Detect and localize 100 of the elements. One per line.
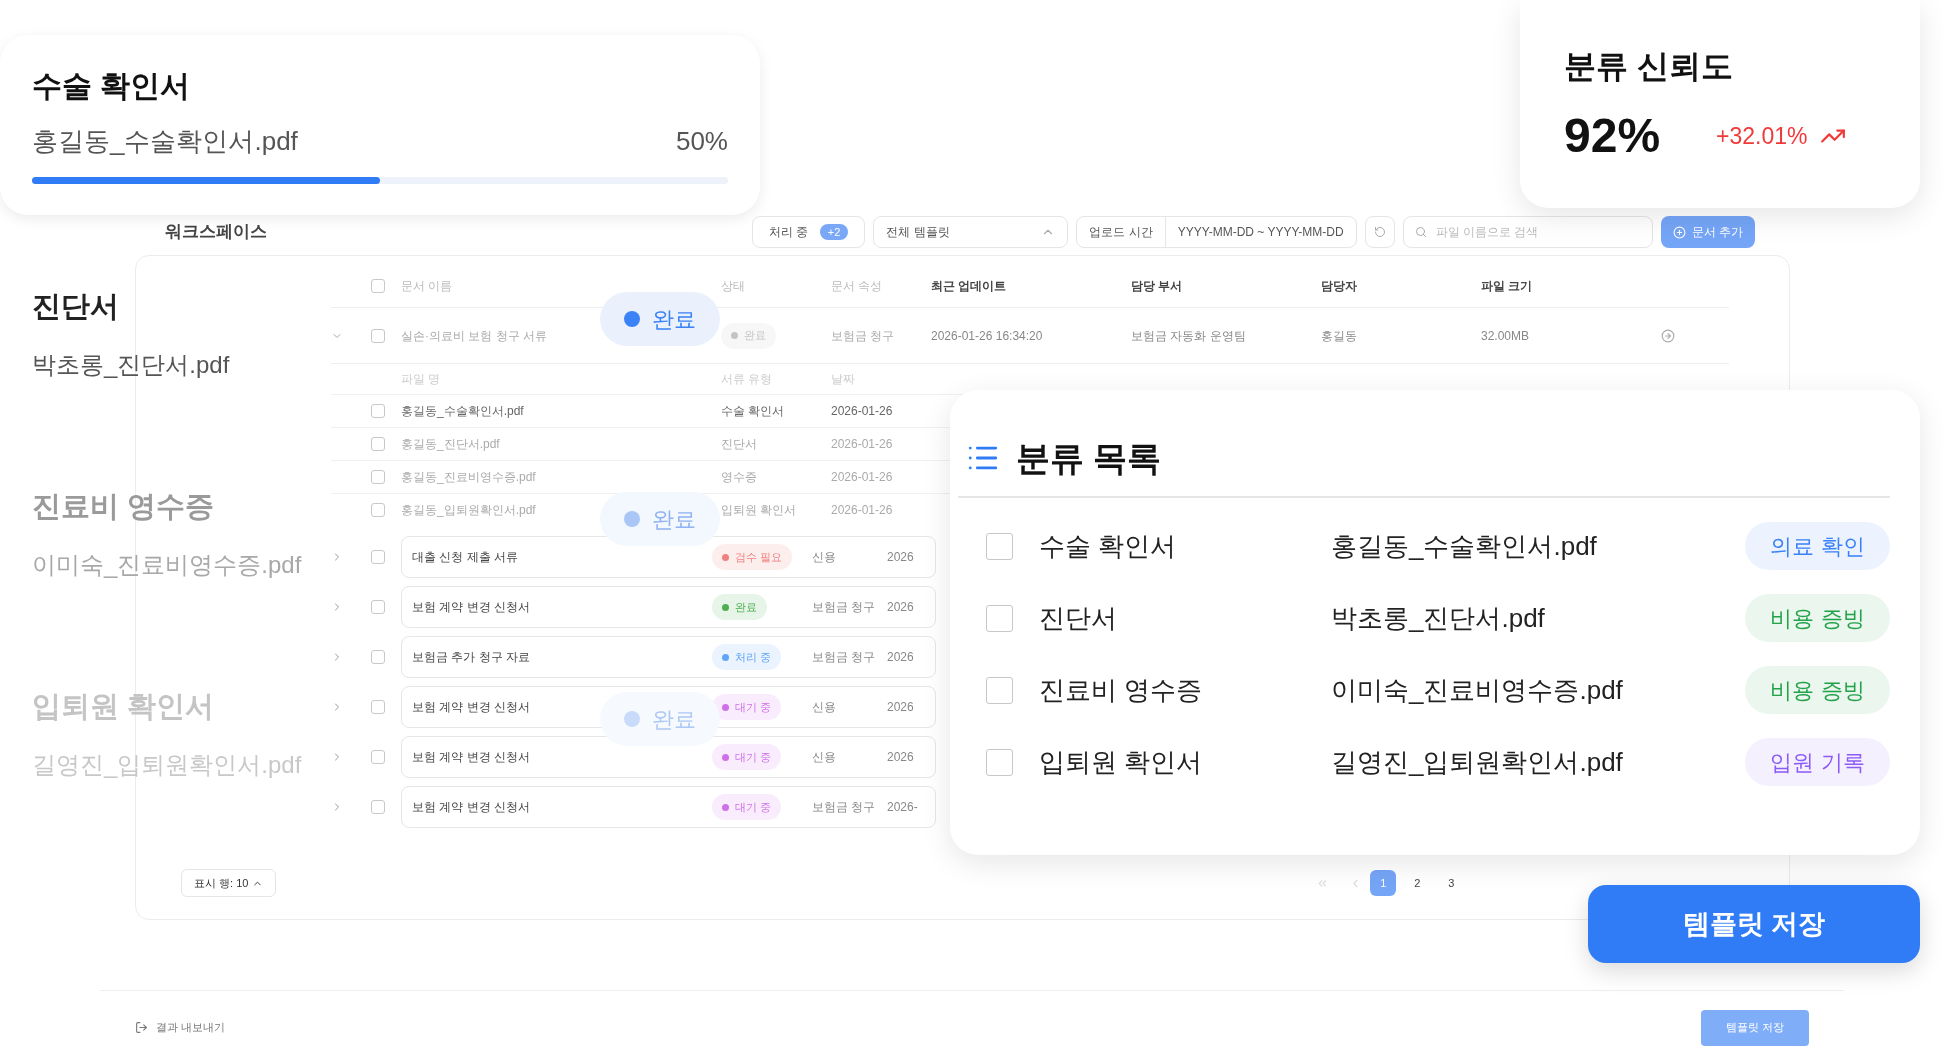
checkbox[interactable] [371, 437, 385, 451]
checkbox[interactable] [371, 600, 385, 614]
refresh-icon [1373, 226, 1386, 238]
column-header: 최근 업데이트 [931, 277, 1008, 295]
table-cell-text: 2026-01-26 [831, 436, 894, 453]
table-cell-text: 2026-01-26 16:34:20 [931, 327, 1044, 345]
checkbox[interactable] [371, 328, 385, 343]
page-button[interactable]: 2 [1404, 870, 1431, 896]
upload-time-filter[interactable]: 업로드 시간 YYYY-MM-DD ~ YYYY-MM-DD [1076, 216, 1357, 248]
file-name: 홍길동_수술확인서.pdf [32, 125, 298, 158]
row-card[interactable]: 보험 계약 변경 신청서 완료 보험금 청구 2026 [401, 586, 936, 628]
document-type: 입퇴원 확인서 [32, 689, 216, 724]
table-cell-text: 2026- [887, 799, 919, 816]
table-cell-text: 수술 확인서 [721, 403, 786, 420]
category-tag: 비용 증빙 [1745, 666, 1890, 714]
processing-filter[interactable]: 처리 중 +2 [751, 216, 866, 248]
export-link[interactable]: 결과 내보내기 [135, 1019, 226, 1036]
checkbox[interactable] [371, 700, 385, 714]
table-cell-text: 보험금 청구 [812, 649, 877, 666]
refresh-button[interactable] [1364, 216, 1395, 248]
count-badge: +2 [819, 223, 849, 241]
status-badge: 완료 [712, 594, 767, 620]
checkbox[interactable] [371, 800, 385, 814]
select-value: 전체 템플릿 [886, 224, 950, 241]
column-header: 문서 속성 [831, 277, 884, 295]
checkbox[interactable] [986, 748, 1013, 776]
document-type: 진단서 [32, 289, 120, 324]
table-cell-text: 32.00MB [1481, 327, 1531, 345]
table-cell-text: 홍길동 [1321, 327, 1358, 345]
row-card[interactable]: 보험금 추가 청구 자료 처리 중 보험금 청구 2026 [401, 636, 936, 678]
table-cell-text: 보험금 청구 [812, 799, 877, 816]
table-cell-text: 보험 계약 변경 신청서 [412, 799, 531, 816]
column-header: 파일 크기 [1481, 277, 1534, 295]
checkbox[interactable] [371, 278, 385, 293]
template-select[interactable]: 전체 템플릿 [873, 216, 1069, 248]
table-cell-text: 2026-01-26 [831, 469, 894, 486]
checkbox[interactable] [371, 404, 385, 418]
status-pill: 완료 [600, 492, 720, 546]
table-cell-text: 보험금 추가 청구 자료 [412, 649, 531, 666]
table-cell-text: 2026-01-26 [831, 502, 894, 519]
checkbox[interactable] [371, 503, 385, 517]
table-cell-text: 보험금 청구 [812, 599, 877, 616]
status-badge: 처리 중 [712, 644, 782, 670]
row-card[interactable]: 보험 계약 변경 신청서 대기 중 보험금 청구 2026- [401, 786, 936, 828]
search-icon [1414, 226, 1427, 238]
select-value: 표시 행: 10 [194, 875, 249, 891]
table-cell-text: 2026 [887, 549, 915, 566]
table-cell-text: 신용 [812, 749, 837, 766]
table-cell-text: 실손·의료비 보험 청구 서류 [401, 327, 548, 345]
table-cell-text: 신용 [812, 549, 837, 566]
checkbox[interactable] [371, 470, 385, 484]
table-cell-text: 보험 계약 변경 신청서 [412, 599, 531, 616]
page-button[interactable]: 3 [1438, 870, 1465, 896]
file-name: 홍길동_수술확인서.pdf [1331, 529, 1597, 563]
column-header: 담당자 [1321, 277, 1358, 295]
checkbox[interactable] [986, 532, 1013, 560]
category-tag: 의료 확인 [1745, 522, 1890, 570]
checkbox[interactable] [371, 650, 385, 664]
status-badge: 대기 중 [712, 794, 782, 820]
table-cell-text: 대출 신청 제출 서류 [412, 549, 519, 566]
document-type: 입퇴원 확인서 [1039, 745, 1204, 779]
table-cell-text: 보험 계약 변경 신청서 [412, 749, 531, 766]
document-filename: 박초롱_진단서.pdf [32, 349, 231, 380]
card-title: 분류 신뢰도 [1564, 47, 1734, 86]
table-cell-text: 보험금 청구 [831, 327, 896, 345]
filter-label: 처리 중 [768, 224, 808, 241]
rows-per-page-select[interactable]: 표시 행: 10 [181, 869, 277, 897]
file-name: 박초롱_진단서.pdf [1331, 601, 1545, 635]
document-type: 진료비 영수증 [1039, 673, 1204, 707]
table-cell-text: 홍길동_입퇴원확인서.pdf [401, 502, 537, 519]
progress-percent: 50% [675, 125, 728, 158]
status-pill: 완료 [600, 692, 720, 746]
category-tag: 비용 증빙 [1745, 594, 1890, 642]
confidence-value: 92% [1564, 108, 1661, 164]
card-title: 분류 목록 [1016, 437, 1162, 479]
table-cell-text: 입퇴원 확인서 [721, 502, 798, 519]
document-type: 수술 확인서 [1039, 529, 1178, 563]
checkbox[interactable] [371, 750, 385, 764]
table-cell-text: 2026 [887, 749, 915, 766]
table-cell-text: 홍길동_진료비영수증.pdf [401, 469, 537, 486]
file-name: 이미숙_진료비영수증.pdf [1331, 673, 1623, 707]
file-name: 길영진_입퇴원확인서.pdf [1331, 745, 1623, 779]
table-cell-text: 영수증 [721, 469, 758, 486]
checkbox[interactable] [371, 550, 385, 564]
search-field[interactable]: 파일 이름으로 검색 [1402, 216, 1653, 248]
plus-icon [1672, 225, 1686, 239]
table-cell-text: 2026 [887, 649, 915, 666]
save-template-button[interactable]: 템플릿 저장 [1588, 885, 1920, 963]
table-cell-text: 진단서 [721, 436, 758, 453]
table-cell-text: 2026-01-26 [831, 403, 894, 420]
checkbox[interactable] [986, 604, 1013, 632]
table-cell-text: 신용 [812, 699, 837, 716]
workspace-title: 워크스페이스 [165, 221, 267, 244]
table-cell-text: 홍길동_수술확인서.pdf [401, 403, 525, 420]
checkbox[interactable] [986, 676, 1013, 704]
table-cell-text: 보험금 자동화 운영팀 [1131, 327, 1247, 345]
document-filename: 이미숙_진료비영수증.pdf [32, 549, 302, 580]
filter-label: 업로드 시간 [1077, 217, 1166, 247]
export-icon [135, 1021, 148, 1034]
status-badge: 대기 중 [712, 744, 782, 770]
